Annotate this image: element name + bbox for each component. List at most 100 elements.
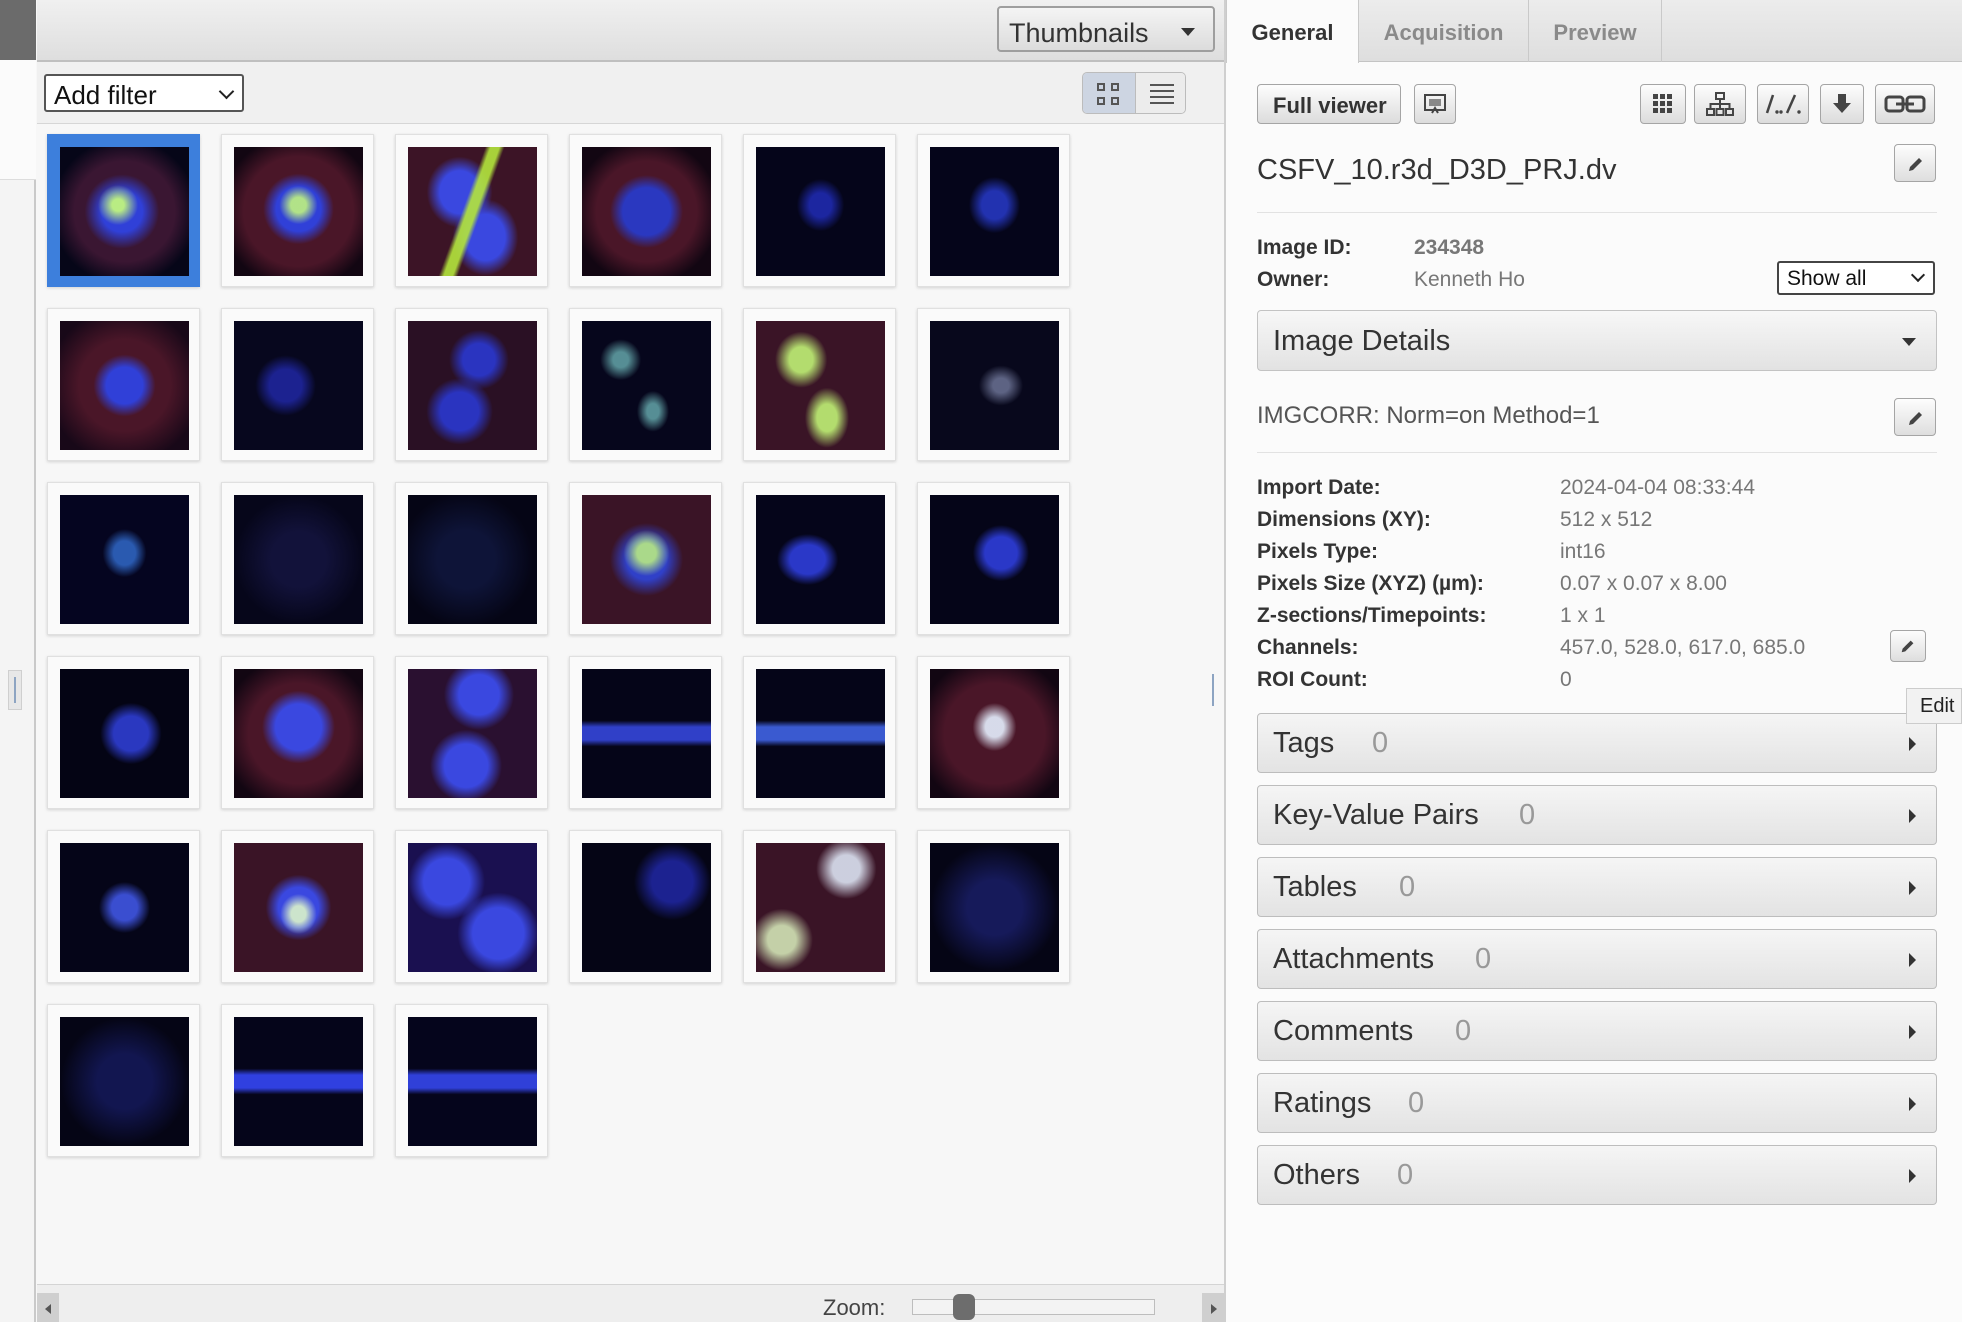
image-thumbnail[interactable] xyxy=(221,482,374,635)
thumbnail-image xyxy=(930,147,1059,276)
image-thumbnail[interactable] xyxy=(917,308,1070,461)
tab-acquisition[interactable]: Acquisition xyxy=(1359,0,1529,62)
zoom-slider-handle[interactable] xyxy=(953,1294,975,1320)
image-thumbnail[interactable] xyxy=(47,830,200,983)
edit-name-button[interactable] xyxy=(1894,144,1936,182)
image-thumbnail[interactable] xyxy=(47,482,200,635)
image-thumbnail[interactable] xyxy=(395,830,548,983)
image-thumbnail[interactable] xyxy=(221,1004,374,1157)
section-count: 0 xyxy=(1408,1087,1425,1119)
grid-icon xyxy=(1111,97,1119,105)
section-others[interactable]: Others 0 xyxy=(1257,1145,1937,1205)
image-details-dropdown[interactable]: Image Details xyxy=(1257,310,1937,371)
pencil-icon xyxy=(1909,158,1922,171)
tab-general[interactable]: General xyxy=(1226,0,1359,63)
thumbnail-image xyxy=(756,495,885,624)
thumbnail-image xyxy=(408,669,537,798)
caret-down-icon xyxy=(1902,338,1916,346)
image-thumbnail[interactable] xyxy=(917,134,1070,287)
list-icon xyxy=(1150,84,1174,86)
section-count: 0 xyxy=(1519,799,1536,831)
image-thumbnail[interactable] xyxy=(917,656,1070,809)
edit-description-button[interactable] xyxy=(1894,398,1936,436)
image-thumbnail[interactable] xyxy=(221,134,374,287)
section-ratings[interactable]: Ratings 0 xyxy=(1257,1073,1937,1133)
detail-label: Pixels Size (XYZ) (µm): xyxy=(1257,572,1484,595)
image-thumbnail[interactable] xyxy=(917,482,1070,635)
caret-right-icon xyxy=(1909,1025,1916,1039)
image-thumbnail[interactable] xyxy=(221,656,374,809)
image-thumbnail[interactable] xyxy=(47,656,200,809)
grid-icon xyxy=(1111,83,1119,91)
download-button[interactable] xyxy=(1820,84,1864,124)
image-thumbnail[interactable] xyxy=(743,134,896,287)
image-thumbnail[interactable] xyxy=(569,482,722,635)
download-icon xyxy=(1833,94,1851,113)
thumbnail-image xyxy=(930,669,1059,798)
image-thumbnail[interactable] xyxy=(743,830,896,983)
detail-value: 2024-04-04 08:33:44 xyxy=(1560,476,1755,499)
section-count: 0 xyxy=(1372,727,1389,759)
thumbnail-image xyxy=(234,147,363,276)
caret-right-icon xyxy=(1909,1169,1916,1183)
image-thumbnail[interactable] xyxy=(743,308,896,461)
add-filter-label: Add filter xyxy=(54,80,157,110)
section-tags[interactable]: Tags 0 xyxy=(1257,713,1937,773)
image-thumbnail[interactable] xyxy=(395,656,548,809)
hierarchy-button[interactable] xyxy=(1694,84,1746,124)
image-thumbnail[interactable] xyxy=(47,308,200,461)
section-attachments[interactable]: Attachments 0 xyxy=(1257,929,1937,989)
image-thumbnail[interactable] xyxy=(569,308,722,461)
detail-label: Pixels Type: xyxy=(1257,540,1378,563)
caret-right-icon xyxy=(1909,809,1916,823)
image-thumbnail[interactable] xyxy=(395,308,548,461)
image-thumbnail[interactable] xyxy=(743,482,896,635)
section-comments[interactable]: Comments 0 xyxy=(1257,1001,1937,1061)
image-thumbnail[interactable] xyxy=(569,830,722,983)
thumbnail-image xyxy=(408,843,537,972)
full-viewer-button[interactable]: Full viewer xyxy=(1257,84,1401,124)
image-thumbnail[interactable] xyxy=(569,134,722,287)
image-thumbnail[interactable] xyxy=(743,656,896,809)
thumbnail-image xyxy=(60,321,189,450)
section-count: 0 xyxy=(1455,1015,1472,1047)
link-button[interactable] xyxy=(1875,84,1935,124)
zoom-slider[interactable] xyxy=(912,1294,1155,1320)
image-thumbnail[interactable] xyxy=(47,134,200,287)
section-title: Key-Value Pairs xyxy=(1273,799,1479,831)
path-button[interactable] xyxy=(1757,84,1809,124)
open-with-button[interactable] xyxy=(1414,84,1456,124)
add-filter-select[interactable]: Add filter xyxy=(44,74,244,112)
section-key-value-pairs[interactable]: Key-Value Pairs 0 xyxy=(1257,785,1937,845)
zoom-bar: Zoom: xyxy=(37,1284,1224,1322)
scroll-left-button[interactable] xyxy=(37,1293,59,1322)
image-description: IMGCORR: Norm=on Method=1 xyxy=(1257,402,1600,429)
image-thumbnail[interactable] xyxy=(569,656,722,809)
list-layout-button[interactable] xyxy=(1135,73,1185,113)
scroll-right-button[interactable] xyxy=(1202,1293,1224,1322)
image-thumbnail[interactable] xyxy=(917,830,1070,983)
image-thumbnail[interactable] xyxy=(221,830,374,983)
thumbnail-image xyxy=(60,669,189,798)
image-thumbnail[interactable] xyxy=(395,1004,548,1157)
section-tables[interactable]: Tables 0 xyxy=(1257,857,1937,917)
right-panel-resize-handle[interactable] xyxy=(1209,670,1217,710)
show-all-select[interactable]: Show all xyxy=(1777,261,1935,295)
image-thumbnail[interactable] xyxy=(395,482,548,635)
thumbnail-image xyxy=(756,147,885,276)
image-thumbnail[interactable] xyxy=(395,134,548,287)
thumbnail-image xyxy=(234,495,363,624)
left-panel-resize-handle[interactable] xyxy=(8,670,22,710)
image-thumbnail[interactable] xyxy=(221,308,374,461)
thumbnail-image xyxy=(60,1017,189,1146)
detail-label: Channels: xyxy=(1257,636,1359,659)
grid-layout-button[interactable] xyxy=(1083,73,1135,113)
view-mode-select[interactable]: Thumbnails xyxy=(997,6,1215,52)
thumbnail-image xyxy=(408,147,537,276)
tab-preview[interactable]: Preview xyxy=(1529,0,1662,62)
filter-bar: Add filter xyxy=(37,62,1224,124)
thumbnail-view-button[interactable] xyxy=(1640,84,1686,124)
edit-channels-button[interactable] xyxy=(1890,630,1926,662)
image-thumbnail[interactable] xyxy=(47,1004,200,1157)
owner-label: Owner: xyxy=(1257,268,1330,291)
